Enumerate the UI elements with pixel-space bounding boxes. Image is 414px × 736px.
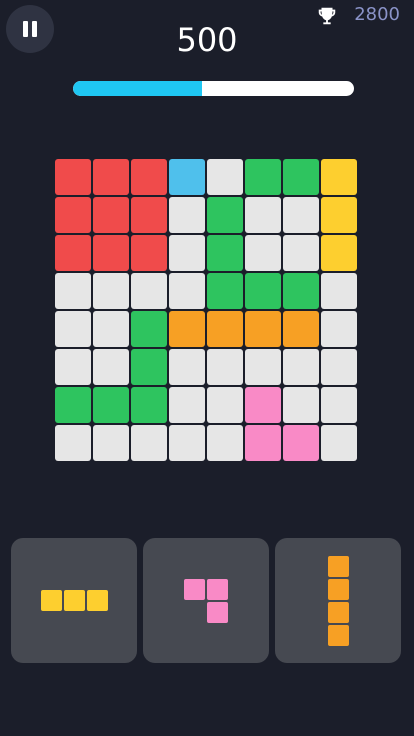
progress-fill [73,81,203,96]
red-block-cell [55,235,91,271]
empty-cell [55,273,91,309]
empty-cell [207,425,243,461]
green-block-cell [55,387,91,423]
empty-cell [169,197,205,233]
green-block-cell [131,311,167,347]
red-block-cell [55,159,91,195]
green-block-cell [245,159,281,195]
green-block-cell [207,235,243,271]
orange-piece-block [327,578,349,600]
empty-cell [245,197,281,233]
red-block-cell [55,197,91,233]
empty-cell [321,387,357,423]
empty-cell [131,425,167,461]
red-block-cell [131,235,167,271]
orange-piece-block [327,555,349,577]
pink-piece-block [207,601,228,623]
orange-block-cell [283,311,319,347]
empty-cell [169,273,205,309]
pink-corner-3-piece[interactable] [184,578,228,623]
empty-cell [283,387,319,423]
empty-cell [245,235,281,271]
empty-cell [321,425,357,461]
green-block-cell [207,197,243,233]
orange-piece-block [327,601,349,623]
empty-cell [245,349,281,385]
yellow-line-3-piece[interactable] [40,590,108,611]
empty-cell [93,273,129,309]
piece-slot-1[interactable] [11,538,137,663]
empty-cell [93,349,129,385]
progress-bar [73,81,354,96]
empty-cell [93,311,129,347]
pink-block-cell [245,425,281,461]
yellow-block-cell [321,235,357,271]
empty-cell [169,235,205,271]
empty-cell [131,273,167,309]
red-block-cell [93,159,129,195]
piece-slot-3[interactable] [275,538,401,663]
green-block-cell [207,273,243,309]
yellow-piece-block [86,590,108,611]
empty-cell [55,349,91,385]
green-block-cell [245,273,281,309]
orange-block-cell [245,311,281,347]
green-block-cell [283,159,319,195]
red-block-cell [93,197,129,233]
empty-cell [321,311,357,347]
empty-cell [93,425,129,461]
score-display: 500 [176,21,238,59]
red-block-cell [131,197,167,233]
empty-cell [55,311,91,347]
piece-slot-2[interactable] [143,538,269,663]
empty-cell [169,387,205,423]
pink-piece-block [207,578,228,600]
empty-cell [283,349,319,385]
red-block-cell [131,159,167,195]
game-board[interactable] [55,159,359,463]
empty-cell [283,197,319,233]
empty-cell [207,159,243,195]
pink-block-cell [283,425,319,461]
pink-piece-block [184,578,205,600]
yellow-block-cell [321,159,357,195]
yellow-piece-block [63,590,85,611]
green-block-cell [93,387,129,423]
empty-cell [321,349,357,385]
orange-line-4-piece[interactable] [327,555,349,646]
green-block-cell [131,387,167,423]
green-block-cell [283,273,319,309]
empty-cell [321,273,357,309]
yellow-piece-block [40,590,62,611]
orange-block-cell [207,311,243,347]
green-block-cell [131,349,167,385]
yellow-block-cell [321,197,357,233]
blue-block-cell [169,159,205,195]
empty-cell [207,387,243,423]
empty-cell [169,349,205,385]
orange-piece-block [327,624,349,646]
empty-cell [169,425,205,461]
empty-cell [283,235,319,271]
red-block-cell [93,235,129,271]
empty-cell [207,349,243,385]
orange-block-cell [169,311,205,347]
empty-cell [55,425,91,461]
pink-block-cell [245,387,281,423]
